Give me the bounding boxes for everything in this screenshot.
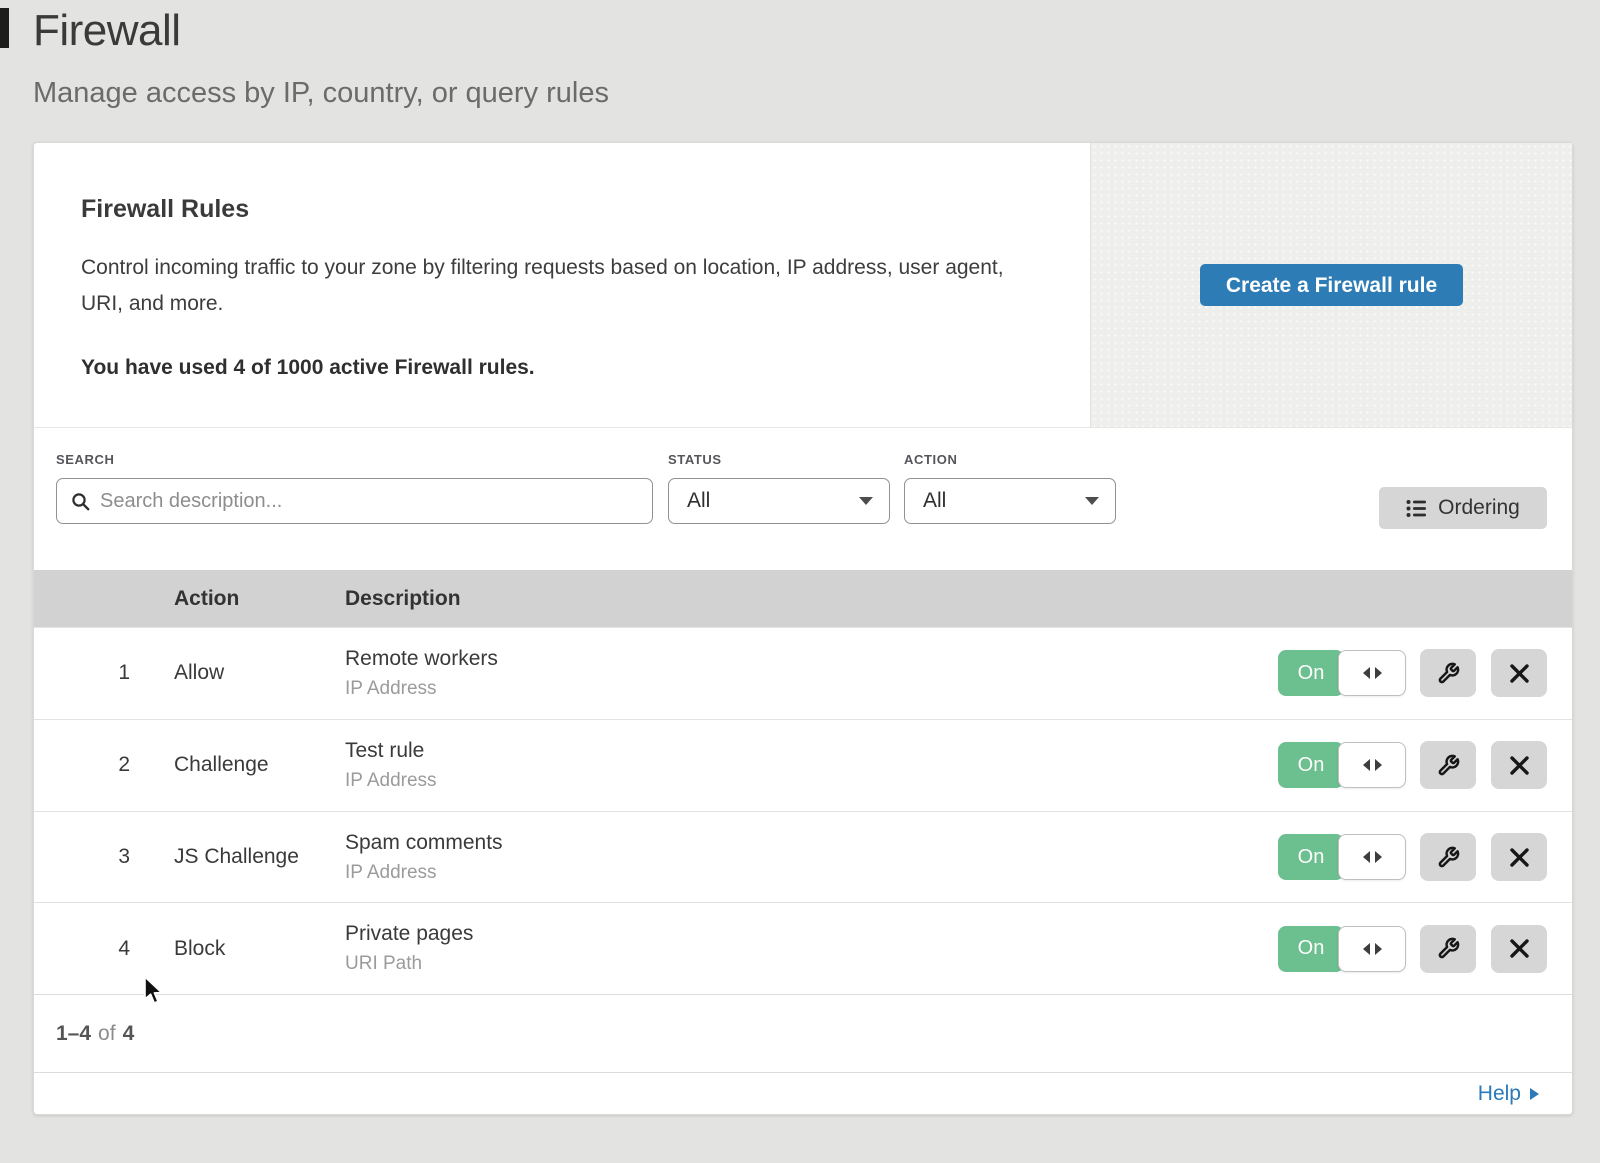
table-header: Action Description	[34, 570, 1572, 627]
table-row: 2 Challenge Test rule IP Address On	[34, 719, 1572, 811]
status-filter-group: STATUS All	[668, 452, 890, 524]
action-select[interactable]: All	[904, 478, 1116, 524]
toggle-handle[interactable]	[1338, 926, 1406, 972]
page-title: Firewall	[33, 6, 609, 56]
firewall-rules-info: Firewall Rules Control incoming traffic …	[34, 143, 1090, 427]
chevron-down-icon	[859, 497, 873, 505]
delete-rule-button[interactable]	[1491, 741, 1547, 789]
delete-rule-button[interactable]	[1491, 649, 1547, 697]
usage-note: You have used 4 of 1000 active Firewall …	[81, 356, 1090, 380]
description-column-header: Description	[345, 587, 1251, 611]
delete-rule-button[interactable]	[1491, 833, 1547, 881]
toggle-handle[interactable]	[1338, 834, 1406, 880]
pagination-of: of	[98, 1022, 116, 1046]
rule-match-type: IP Address	[345, 770, 1251, 792]
status-label: STATUS	[668, 452, 890, 467]
delete-rule-button[interactable]	[1491, 925, 1547, 973]
filters-bar: SEARCH STATUS All ACTION All	[34, 428, 1572, 570]
wrench-icon	[1437, 662, 1460, 685]
action-filter-group: ACTION All	[904, 452, 1116, 524]
rule-action: JS Challenge	[174, 845, 345, 869]
firewall-rules-card: Firewall Rules Control incoming traffic …	[33, 142, 1573, 1115]
page-subtitle: Manage access by IP, country, or query r…	[33, 77, 609, 110]
rule-enabled-toggle[interactable]: On	[1278, 650, 1406, 696]
rule-match-type: URI Path	[345, 953, 1251, 975]
action-selected-value: All	[923, 489, 946, 513]
arrow-right-icon	[1375, 943, 1382, 955]
table-row: 1 Allow Remote workers IP Address On	[34, 627, 1572, 719]
arrow-right-icon	[1375, 851, 1382, 863]
rule-action: Challenge	[174, 753, 345, 777]
toggle-handle[interactable]	[1338, 650, 1406, 696]
arrow-right-icon	[1530, 1088, 1539, 1100]
rule-description: Spam comments	[345, 831, 1251, 855]
arrow-right-icon	[1375, 667, 1382, 679]
rule-action: Block	[174, 937, 345, 961]
status-select[interactable]: All	[668, 478, 890, 524]
status-selected-value: All	[687, 489, 710, 513]
pagination-total: 4	[123, 1022, 135, 1046]
card-footer: Help	[34, 1072, 1572, 1114]
rule-enabled-toggle[interactable]: On	[1278, 742, 1406, 788]
rule-description: Test rule	[345, 739, 1251, 763]
rule-enabled-toggle[interactable]: On	[1278, 834, 1406, 880]
window-edge-artifact	[0, 8, 9, 48]
page-header: Firewall Manage access by IP, country, o…	[33, 6, 609, 110]
toggle-on-label: On	[1278, 742, 1344, 788]
toggle-on-label: On	[1278, 926, 1344, 972]
wrench-icon	[1437, 846, 1460, 869]
rule-priority: 3	[34, 845, 174, 869]
toggle-handle[interactable]	[1338, 742, 1406, 788]
edit-rule-button[interactable]	[1420, 741, 1476, 789]
edit-rule-button[interactable]	[1420, 833, 1476, 881]
chevron-down-icon	[1085, 497, 1099, 505]
table-row: 4 Block Private pages URI Path On	[34, 902, 1572, 994]
help-link-label: Help	[1478, 1082, 1521, 1106]
ordering-button-label: Ordering	[1438, 496, 1520, 520]
x-icon	[1509, 938, 1530, 959]
wrench-icon	[1437, 754, 1460, 777]
x-icon	[1509, 663, 1530, 684]
arrow-right-icon	[1375, 759, 1382, 771]
arrow-left-icon	[1363, 667, 1370, 679]
arrow-left-icon	[1363, 943, 1370, 955]
search-box[interactable]	[56, 478, 653, 524]
search-input[interactable]	[100, 490, 638, 513]
rule-match-type: IP Address	[345, 678, 1251, 700]
pagination: 1–4 of 4	[34, 994, 1572, 1072]
rule-priority: 2	[34, 753, 174, 777]
help-link[interactable]: Help	[1478, 1082, 1539, 1106]
rule-description: Private pages	[345, 922, 1251, 946]
rule-match-type: IP Address	[345, 862, 1251, 884]
card-heading: Firewall Rules	[81, 195, 1090, 224]
rule-priority: 4	[34, 937, 174, 961]
rule-priority: 1	[34, 661, 174, 685]
edit-rule-button[interactable]	[1420, 925, 1476, 973]
rule-enabled-toggle[interactable]: On	[1278, 926, 1406, 972]
edit-rule-button[interactable]	[1420, 649, 1476, 697]
card-top-section: Firewall Rules Control incoming traffic …	[34, 143, 1572, 428]
x-icon	[1509, 847, 1530, 868]
search-group: SEARCH	[56, 452, 653, 524]
search-icon	[71, 492, 90, 511]
toggle-on-label: On	[1278, 834, 1344, 880]
table-row: 3 JS Challenge Spam comments IP Address …	[34, 811, 1572, 903]
wrench-icon	[1437, 937, 1460, 960]
ordering-button[interactable]: Ordering	[1379, 487, 1547, 529]
arrow-left-icon	[1363, 759, 1370, 771]
x-icon	[1509, 755, 1530, 776]
action-label: ACTION	[904, 452, 1116, 467]
create-rule-panel: Create a Firewall rule	[1090, 143, 1572, 427]
card-description: Control incoming traffic to your zone by…	[81, 250, 1031, 322]
rule-action: Allow	[174, 661, 345, 685]
toggle-on-label: On	[1278, 650, 1344, 696]
rule-description: Remote workers	[345, 647, 1251, 671]
action-column-header: Action	[174, 587, 345, 611]
create-firewall-rule-button[interactable]: Create a Firewall rule	[1200, 264, 1463, 306]
ordering-list-icon	[1406, 499, 1427, 518]
pagination-range: 1–4	[56, 1022, 91, 1046]
arrow-left-icon	[1363, 851, 1370, 863]
search-label: SEARCH	[56, 452, 653, 467]
